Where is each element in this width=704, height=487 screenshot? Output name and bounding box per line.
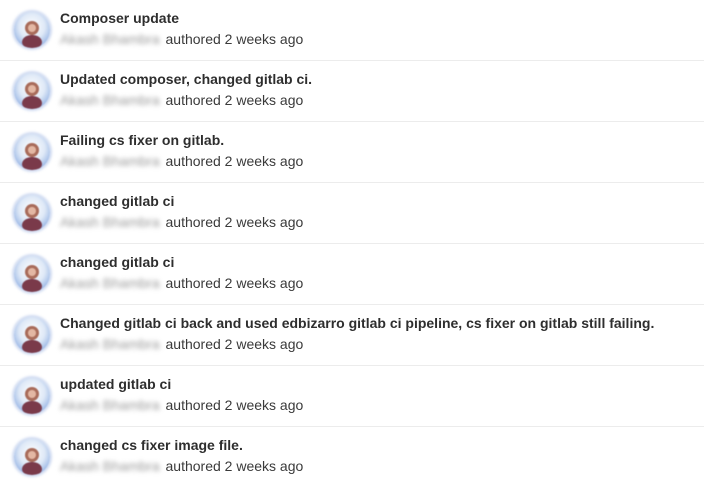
commit-time: 2 weeks ago [224, 275, 304, 291]
authored-label: authored [165, 397, 221, 413]
commit-row: Changed gitlab ci back and used edbizarr… [0, 305, 704, 366]
commit-title[interactable]: Changed gitlab ci back and used edbizarr… [60, 315, 654, 331]
author-link[interactable]: Akash Bhambra [60, 397, 160, 413]
user-avatar-icon[interactable] [14, 73, 50, 109]
user-avatar-icon[interactable] [14, 134, 50, 170]
authored-label: authored [165, 92, 221, 108]
author-link[interactable]: Akash Bhambra [60, 92, 160, 108]
commit-row: changed gitlab ci Akash Bhambra authored… [0, 183, 704, 244]
commit-row: changed cs fixer image file. Akash Bhamb… [0, 427, 704, 487]
commit-meta: Akash Bhambra authored 2 weeks ago [60, 397, 303, 413]
commit-meta: Akash Bhambra authored 2 weeks ago [60, 92, 303, 108]
authored-label: authored [165, 153, 221, 169]
commit-time: 2 weeks ago [224, 336, 304, 352]
commit-title[interactable]: updated gitlab ci [60, 376, 171, 392]
authored-label: authored [165, 31, 221, 47]
commit-row: Composer update Akash Bhambra authored 2… [0, 0, 704, 61]
commit-title[interactable]: Failing cs fixer on gitlab. [60, 132, 224, 148]
author-link[interactable]: Akash Bhambra [60, 336, 160, 352]
authored-label: authored [165, 458, 221, 474]
commit-time: 2 weeks ago [224, 458, 304, 474]
user-avatar-icon[interactable] [14, 317, 50, 353]
author-link[interactable]: Akash Bhambra [60, 275, 160, 291]
commit-meta: Akash Bhambra authored 2 weeks ago [60, 458, 303, 474]
authored-label: authored [165, 275, 221, 291]
author-link[interactable]: Akash Bhambra [60, 214, 160, 230]
commit-row: Failing cs fixer on gitlab. Akash Bhambr… [0, 122, 704, 183]
commit-time: 2 weeks ago [224, 153, 304, 169]
commit-row: Updated composer, changed gitlab ci. Aka… [0, 61, 704, 122]
user-avatar-icon[interactable] [14, 378, 50, 414]
commit-meta: Akash Bhambra authored 2 weeks ago [60, 31, 303, 47]
commit-title[interactable]: Composer update [60, 10, 179, 26]
commit-time: 2 weeks ago [224, 92, 304, 108]
commit-title[interactable]: changed gitlab ci [60, 193, 174, 209]
commit-row: updated gitlab ci Akash Bhambra authored… [0, 366, 704, 427]
commit-meta: Akash Bhambra authored 2 weeks ago [60, 214, 303, 230]
commit-meta: Akash Bhambra authored 2 weeks ago [60, 275, 303, 291]
commit-time: 2 weeks ago [224, 397, 304, 413]
commit-time: 2 weeks ago [224, 214, 304, 230]
author-link[interactable]: Akash Bhambra [60, 31, 160, 47]
commit-row: changed gitlab ci Akash Bhambra authored… [0, 244, 704, 305]
user-avatar-icon[interactable] [14, 256, 50, 292]
commit-title[interactable]: changed gitlab ci [60, 254, 174, 270]
user-avatar-icon[interactable] [14, 439, 50, 475]
user-avatar-icon[interactable] [14, 12, 50, 48]
commit-title[interactable]: changed cs fixer image file. [60, 437, 243, 453]
commit-title[interactable]: Updated composer, changed gitlab ci. [60, 71, 312, 87]
commit-time: 2 weeks ago [224, 31, 304, 47]
author-link[interactable]: Akash Bhambra [60, 153, 160, 169]
commit-meta: Akash Bhambra authored 2 weeks ago [60, 153, 303, 169]
commit-list: Composer update Akash Bhambra authored 2… [0, 0, 704, 487]
user-avatar-icon[interactable] [14, 195, 50, 231]
commit-meta: Akash Bhambra authored 2 weeks ago [60, 336, 303, 352]
authored-label: authored [165, 214, 221, 230]
authored-label: authored [165, 336, 221, 352]
author-link[interactable]: Akash Bhambra [60, 458, 160, 474]
